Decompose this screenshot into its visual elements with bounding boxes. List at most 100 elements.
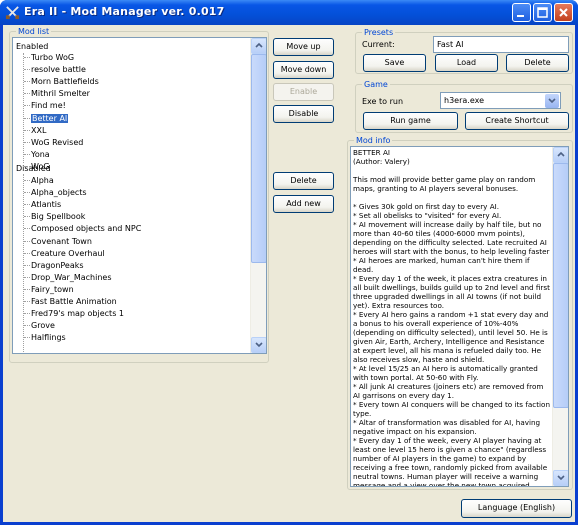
mod-list-item-label: WoG	[31, 161, 50, 171]
mod-list-item[interactable]: resolve battle	[24, 64, 86, 75]
exe-select-value: h3era.exe	[444, 96, 485, 105]
tree-connector	[24, 264, 30, 266]
close-button[interactable]	[554, 3, 573, 22]
mod-list-item[interactable]: Alpha	[24, 175, 54, 186]
tree-connector	[24, 288, 30, 290]
mod-list-item-label: DragonPeaks	[31, 260, 84, 270]
create-shortcut-button[interactable]: Create Shortcut	[465, 112, 569, 130]
mod-list-item[interactable]: Turbo WoG	[24, 52, 74, 63]
enable-button[interactable]: Enable	[273, 83, 334, 101]
scroll-down-arrow[interactable]	[553, 470, 568, 486]
delete-preset-button[interactable]: Delete	[506, 54, 569, 72]
mod-list-item-label: Alpha_objects	[31, 188, 87, 198]
mod-list-item-label: resolve battle	[31, 65, 86, 75]
mod-list-item[interactable]: XXL	[24, 125, 47, 136]
mod-list-item[interactable]: Atlantis	[24, 199, 61, 210]
scroll-thumb[interactable]	[251, 54, 266, 263]
run-game-button[interactable]: Run game	[363, 112, 458, 130]
tree-connector	[24, 105, 30, 107]
mod-list-item[interactable]: Halflings	[24, 332, 66, 343]
mod-list-item-label: Big Spellbook	[31, 212, 86, 222]
tree-connector	[24, 165, 30, 167]
chevron-down-icon	[255, 342, 263, 348]
mod-list-item[interactable]: Grove	[24, 320, 55, 331]
category-enabled[interactable]: Enabled	[16, 41, 48, 52]
mod-list[interactable]: Enabled Disabled Turbo WoG resolve battle…	[12, 37, 267, 354]
tree-connector	[24, 57, 30, 58]
tree-connector	[24, 337, 30, 339]
mod-list-item-label: Yona	[31, 149, 50, 159]
window-title: Era II - Mod Manager ver. 0.017	[24, 5, 225, 18]
mod-list-item[interactable]: Fred79's map objects 1	[24, 308, 124, 319]
tree-connector	[24, 129, 30, 131]
mod-list-item[interactable]: Drop_War_Machines	[24, 272, 112, 283]
mod-list-item-label: Fred79's map objects 1	[31, 309, 124, 319]
mod-list-item[interactable]: Morn Battlefields	[24, 76, 99, 87]
mod-list-item[interactable]: Big Spellbook	[24, 211, 86, 222]
current-preset-label: Current:	[362, 40, 395, 49]
mod-list-item-label: Fast Battle Animation	[31, 297, 117, 306]
mod-list-item[interactable]: Covenant Town	[24, 236, 92, 247]
mod-list-item-label: Alpha	[31, 176, 54, 185]
exe-select-dropdown-arrow[interactable]	[545, 94, 559, 108]
scroll-up-arrow[interactable]	[251, 38, 266, 54]
mod-info-group-title: Mod info	[354, 135, 393, 146]
mod-list-item[interactable]: Mithril Smelter	[24, 88, 90, 99]
mod-list-item[interactable]: WoG	[24, 161, 50, 172]
close-icon	[559, 8, 568, 17]
mod-list-item-label: Covenant Town	[31, 236, 92, 246]
mod-list-item[interactable]: Fairy_town	[24, 284, 74, 295]
chevron-up-icon	[255, 42, 263, 48]
mod-list-item[interactable]: Better AI	[24, 113, 69, 124]
tree-connector	[24, 301, 30, 302]
current-preset-field[interactable]: Fast AI	[433, 36, 569, 53]
app-window: Era II - Mod Manager ver. 0.017 Mod list…	[0, 0, 578, 525]
tree-connector	[24, 153, 30, 155]
exe-to-run-label: Exe to run	[362, 97, 404, 106]
tree-connector	[24, 313, 30, 315]
title-bar[interactable]: Era II - Mod Manager ver. 0.017	[0, 0, 578, 25]
mod-list-item[interactable]: Yona	[24, 149, 50, 160]
mod-list-item[interactable]: Alpha_objects	[24, 187, 87, 198]
delete-mod-button[interactable]: Delete	[273, 172, 334, 190]
mod-list-scrollbar[interactable]	[250, 38, 266, 353]
crossed-swords-icon	[5, 6, 20, 20]
mod-list-item[interactable]: Find me!	[24, 100, 66, 111]
scroll-down-arrow[interactable]	[251, 337, 266, 353]
load-preset-button[interactable]: Load	[435, 54, 498, 72]
mod-list-item[interactable]: Creature Overhaul	[24, 248, 105, 259]
exe-select[interactable]: h3era.exe	[440, 92, 561, 109]
tree-connector	[24, 180, 30, 181]
move-up-button[interactable]: Move up	[273, 38, 334, 56]
mod-info-scrollbar[interactable]	[552, 147, 568, 486]
tree-connector	[24, 192, 30, 194]
mod-list-item-label: Halflings	[31, 333, 66, 343]
mod-list-item-label: Mithril Smelter	[31, 89, 90, 99]
presets-group-title: Presets	[362, 27, 396, 38]
language-button[interactable]: Language (English)	[461, 499, 572, 518]
minimize-button[interactable]	[512, 3, 531, 22]
chevron-down-icon	[548, 98, 556, 104]
mod-info-text-box[interactable]: BETTER AI (Author: Valery) This mod will…	[350, 146, 569, 487]
mod-list-item-label: WoG Revised	[31, 137, 84, 147]
maximize-button[interactable]	[533, 3, 552, 22]
client-area: Mod list Enabled Disabled Turbo WoG resol…	[3, 25, 575, 522]
move-down-button[interactable]: Move down	[273, 61, 334, 79]
mod-list-item-label: Drop_War_Machines	[31, 272, 112, 282]
disable-button[interactable]: Disable	[273, 105, 334, 123]
mod-list-item-label: Fairy_town	[31, 284, 74, 294]
mod-list-item[interactable]: WoG Revised	[24, 137, 84, 148]
mod-list-item[interactable]: Fast Battle Animation	[24, 296, 117, 307]
chevron-up-icon	[557, 151, 565, 157]
mod-list-item-label: XXL	[31, 125, 47, 135]
tree-connector	[24, 204, 30, 206]
scroll-thumb[interactable]	[553, 163, 568, 408]
scroll-up-arrow[interactable]	[553, 147, 568, 163]
save-preset-button[interactable]: Save	[363, 54, 426, 72]
add-new-button[interactable]: Add new	[273, 195, 334, 213]
game-group-title: Game	[362, 79, 390, 90]
mod-list-item[interactable]: Composed objects and NPC	[24, 223, 141, 234]
tree-connector	[24, 252, 30, 254]
mod-list-item[interactable]: DragonPeaks	[24, 260, 84, 271]
chevron-down-icon	[557, 475, 565, 481]
